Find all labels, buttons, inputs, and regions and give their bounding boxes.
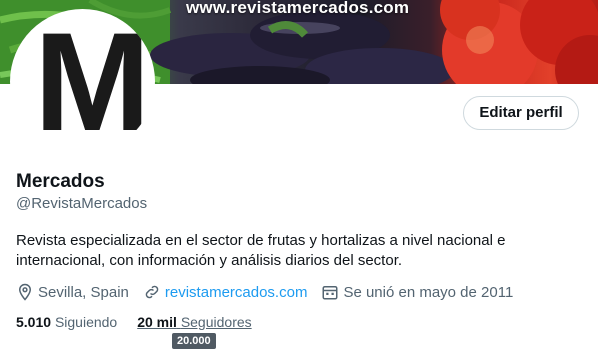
followers-count: 20 mil [137, 314, 177, 330]
avatar[interactable]: M [10, 9, 155, 154]
location-pin-icon [18, 283, 32, 301]
avatar-logo: M [34, 9, 151, 154]
website-link[interactable]: revistamercados.com [165, 284, 308, 301]
followers-label: Seguidores [180, 314, 252, 330]
joined-text: Se unió en mayo de 2011 [343, 283, 514, 301]
location-item: Sevilla, Spain [16, 283, 129, 301]
followers-tooltip: 20.000 [172, 333, 216, 349]
website-item[interactable]: revistamercados.com [143, 283, 308, 301]
profile-bio: Revista especializada en el sector de fr… [16, 232, 506, 269]
followers-stat[interactable]: 20 mil Seguidores [137, 314, 251, 330]
following-count: 5.010 [16, 314, 52, 330]
edit-profile-button[interactable]: Editar perfil [463, 96, 579, 130]
profile-handle: @RevistaMercados [16, 195, 148, 212]
following-label: Siguiendo [54, 314, 118, 330]
calendar-icon [322, 286, 338, 300]
banner-url-text: www.revistamercados.com [186, 0, 410, 17]
link-icon [145, 285, 159, 299]
joined-item: Se unió en mayo de 2011 [321, 283, 513, 301]
following-stat[interactable]: 5.010 Siguiendo [16, 314, 117, 330]
location-text: Sevilla, Spain [38, 283, 129, 301]
profile-stats: 5.010 Siguiendo 20 mil Seguidores [16, 314, 272, 330]
profile-name: Mercados [16, 171, 105, 192]
profile-meta: Sevilla, Spain revistamercados.com Se un… [16, 283, 527, 301]
